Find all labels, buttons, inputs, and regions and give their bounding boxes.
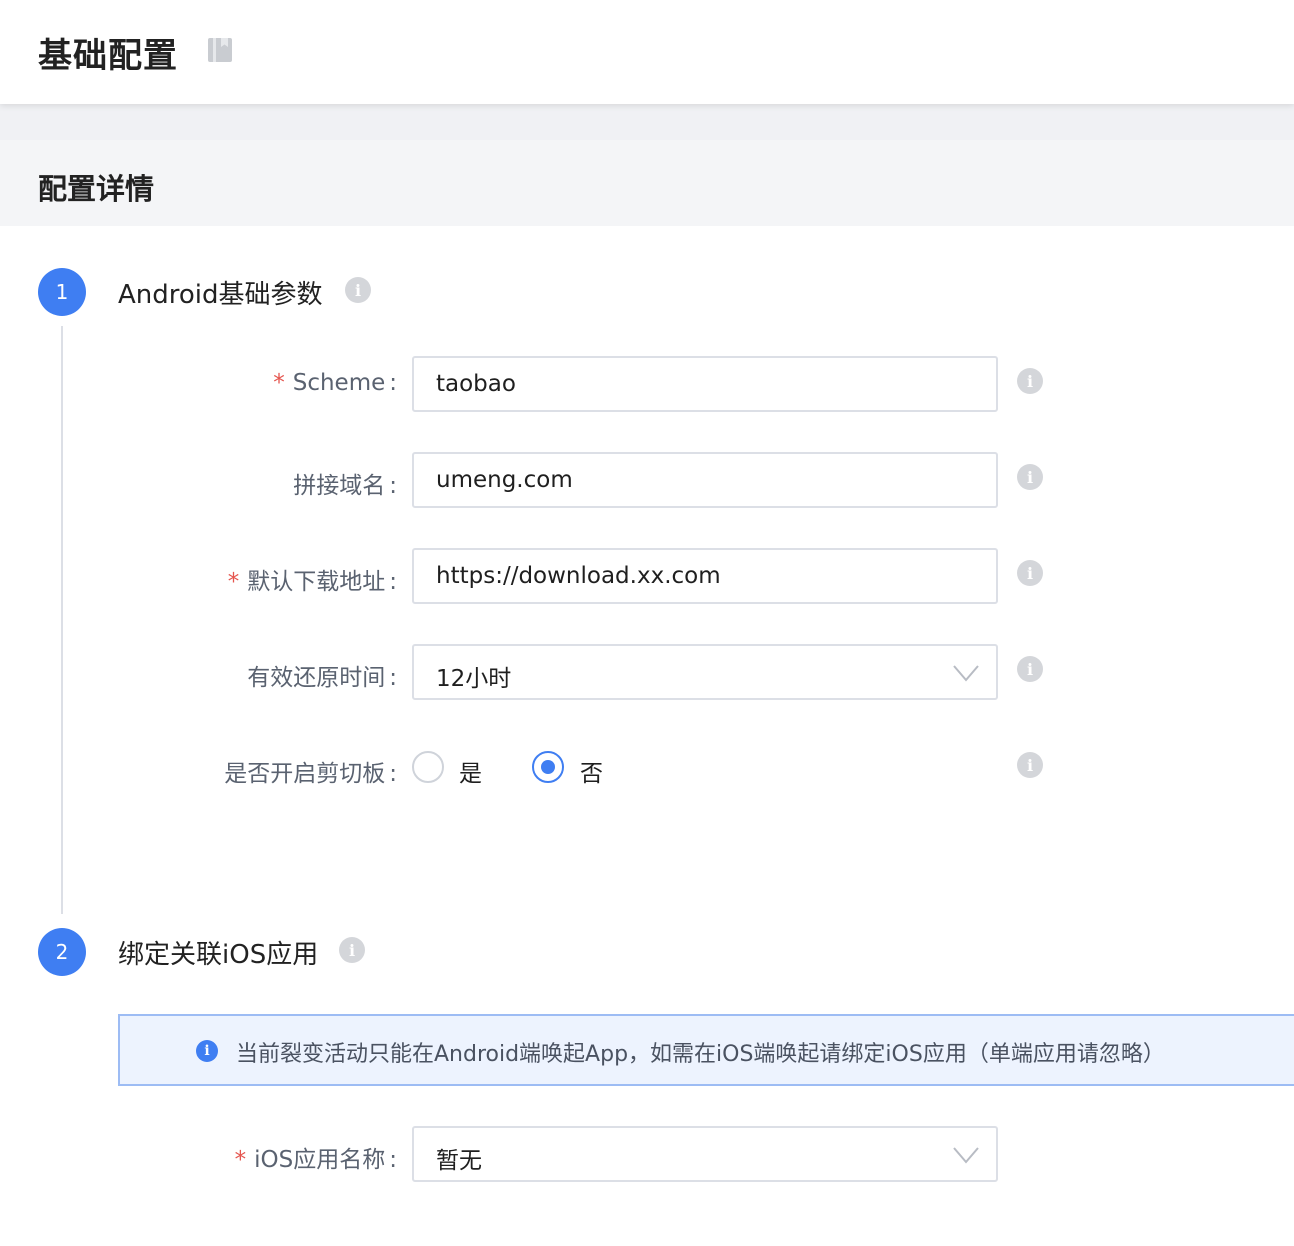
clipboard-label-text: 是否开启剪切板 — [224, 761, 386, 787]
restore-time-info-icon[interactable]: i — [1017, 656, 1043, 682]
download-label-text: 默认下载地址 — [247, 569, 386, 595]
label-colon: : — [389, 1147, 397, 1173]
restore-time-label: 有效还原时间: — [247, 658, 397, 692]
download-label: * 默认下载地址: — [228, 562, 397, 596]
clipboard-no-label[interactable]: 否 — [580, 754, 603, 788]
scheme-label: * Scheme: — [273, 370, 397, 396]
alert-text: 当前裂变活动只能在Android端唤起App，如需在iOS端唤起请绑定iOS应用… — [236, 1042, 1165, 1067]
step-connector-line — [61, 326, 63, 914]
info-icon[interactable]: i — [345, 277, 371, 303]
section-header: 配置详情 — [0, 140, 1294, 226]
domain-label-text: 拼接域名 — [293, 473, 386, 499]
label-colon: : — [389, 569, 397, 595]
download-info-icon[interactable]: i — [1017, 560, 1043, 586]
ios-alert-banner: i 当前裂变活动只能在Android端唤起App，如需在iOS端唤起请绑定iOS… — [118, 1014, 1294, 1086]
top-bar: 基础配置 — [0, 0, 1294, 104]
chevron-down-icon — [953, 665, 979, 682]
required-mark: * — [227, 569, 240, 595]
scheme-info-icon[interactable]: i — [1017, 368, 1043, 394]
info-icon: i — [196, 1040, 218, 1062]
restore-time-label-text: 有效还原时间 — [247, 665, 386, 691]
label-colon: : — [389, 473, 397, 499]
restore-time-select[interactable]: 12小时 — [412, 644, 998, 700]
clipboard-info-icon[interactable]: i — [1017, 752, 1043, 778]
ios-app-select[interactable]: 暂无 — [412, 1126, 998, 1182]
clipboard-label: 是否开启剪切板: — [224, 754, 397, 788]
section-title: 配置详情 — [38, 172, 155, 206]
step-1-circle: 1 — [38, 268, 86, 316]
clipboard-no-radio[interactable] — [532, 751, 564, 783]
chevron-down-icon — [953, 1147, 979, 1164]
scheme-label-text: Scheme — [292, 370, 386, 396]
ios-app-value: 暂无 — [436, 1148, 482, 1174]
scheme-input[interactable] — [412, 356, 998, 412]
domain-label: 拼接域名: — [293, 466, 397, 500]
required-mark: * — [273, 370, 285, 396]
clipboard-yes-radio[interactable] — [412, 751, 444, 783]
ios-app-name-label: * iOS应用名称: — [235, 1140, 397, 1174]
ios-app-name-label-text: iOS应用名称 — [254, 1147, 386, 1173]
domain-input[interactable] — [412, 452, 998, 508]
domain-info-icon[interactable]: i — [1017, 464, 1043, 490]
page-title: 基础配置 — [38, 36, 178, 76]
step-2-title: 绑定关联iOS应用 — [118, 940, 319, 970]
download-url-input[interactable] — [412, 548, 998, 604]
clipboard-yes-label[interactable]: 是 — [459, 754, 482, 788]
step-2-circle: 2 — [38, 928, 86, 976]
label-colon: : — [389, 761, 397, 787]
book-icon[interactable] — [206, 36, 234, 64]
required-mark: * — [234, 1147, 247, 1173]
info-icon[interactable]: i — [339, 937, 365, 963]
label-colon: : — [389, 665, 397, 691]
step-1-title: Android基础参数 — [118, 280, 323, 310]
label-colon: : — [389, 370, 397, 396]
restore-time-value: 12小时 — [436, 666, 512, 692]
gray-separator — [0, 104, 1294, 140]
